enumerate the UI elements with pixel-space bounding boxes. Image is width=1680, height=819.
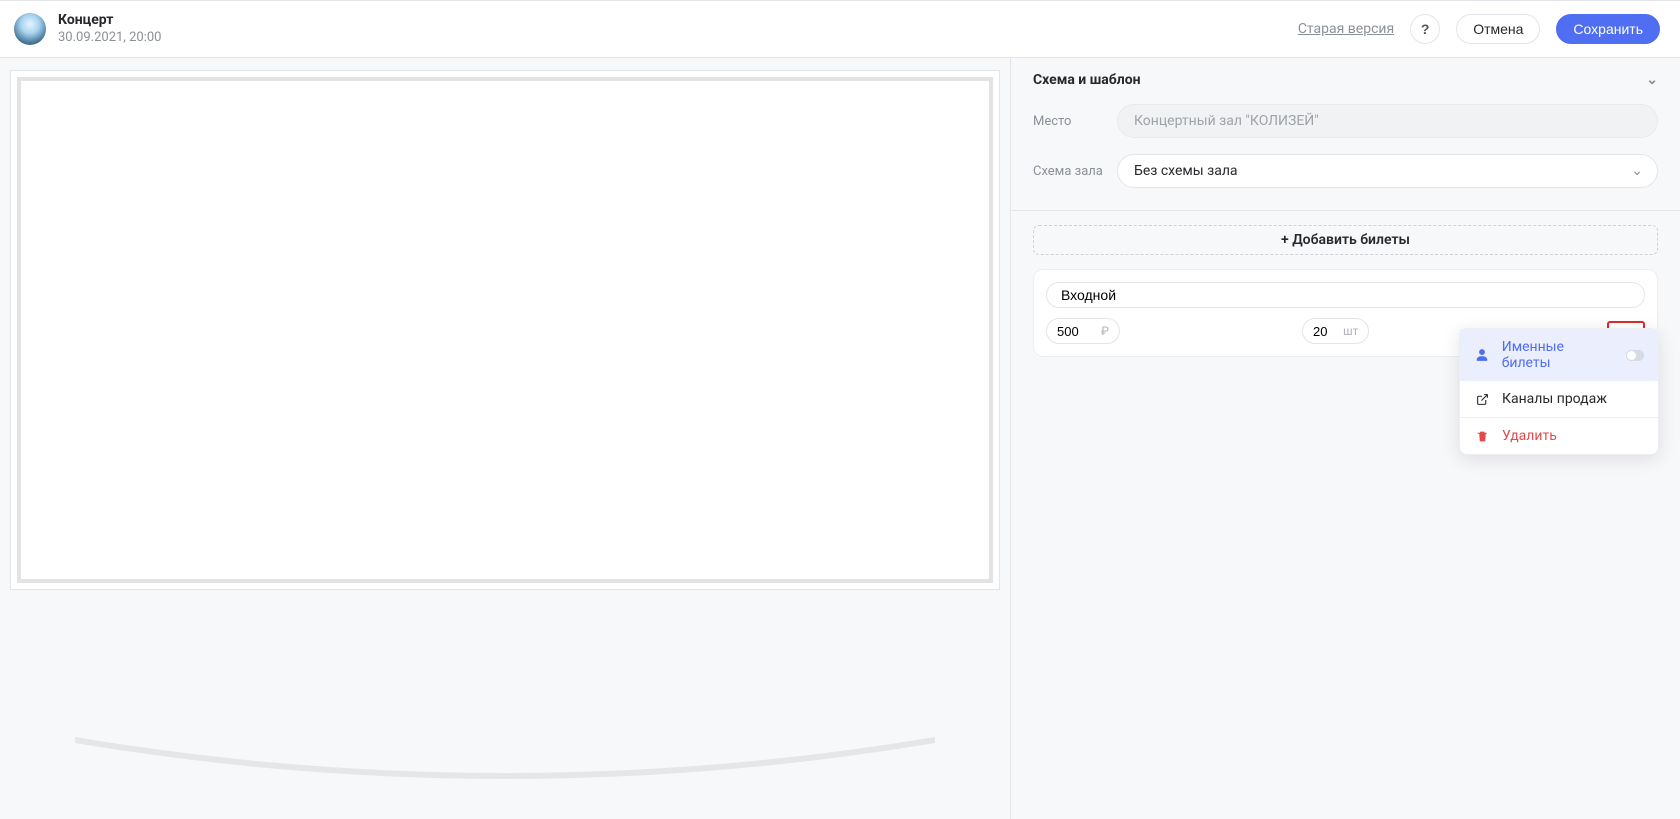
dropdown-delete[interactable]: Удалить [1460, 418, 1658, 454]
ticket-price-field[interactable]: ₽ [1046, 318, 1120, 344]
dropdown-named-label: Именные билеты [1502, 339, 1615, 371]
event-avatar [14, 13, 46, 45]
scheme-value: Без схемы зала [1134, 163, 1238, 179]
qty-unit: шт [1343, 324, 1358, 338]
dropdown-channels-label: Каналы продаж [1502, 391, 1607, 407]
ticket-price-input[interactable] [1057, 324, 1097, 339]
ticket-qty-field[interactable]: шт [1302, 318, 1369, 344]
page-header: Концерт 30.09.2021, 20:00 Старая версия … [0, 0, 1680, 58]
event-title: Концерт [58, 11, 161, 29]
add-tickets-button[interactable]: + Добавить билеты [1033, 225, 1658, 255]
place-select[interactable]: Концертный зал "КОЛИЗЕЙ" [1117, 104, 1658, 138]
canvas-area [0, 58, 1010, 819]
save-button[interactable]: Сохранить [1556, 14, 1660, 44]
chevron-down-icon: ⌄ [1631, 163, 1643, 179]
person-icon [1474, 348, 1490, 362]
external-link-icon [1474, 393, 1490, 406]
named-tickets-toggle[interactable] [1626, 350, 1644, 361]
dropdown-named-tickets[interactable]: Именные билеты [1460, 329, 1658, 381]
trash-icon [1474, 430, 1490, 443]
panel-title: Схема и шаблон [1033, 72, 1141, 88]
banner-shadow [61, 729, 950, 789]
old-version-link[interactable]: Старая версия [1298, 21, 1394, 37]
ruble-icon: ₽ [1101, 324, 1109, 338]
cancel-button[interactable]: Отмена [1456, 14, 1540, 44]
dropdown-delete-label: Удалить [1502, 428, 1557, 444]
event-datetime: 30.09.2021, 20:00 [58, 30, 161, 47]
place-value: Концертный зал "КОЛИЗЕЙ" [1134, 113, 1319, 129]
sidebar: Схема и шаблон ⌄ Место Концертный зал "К… [1010, 58, 1680, 819]
panel-scheme[interactable]: Схема и шаблон ⌄ [1011, 58, 1680, 96]
help-button[interactable]: ? [1410, 14, 1440, 44]
chevron-down-icon: ⌄ [1646, 72, 1658, 88]
place-label: Место [1033, 114, 1105, 129]
ticket-card: ₽ шт ... Именные билеты [1033, 269, 1658, 357]
scheme-label: Схема зала [1033, 164, 1105, 179]
ticket-qty-input[interactable] [1313, 324, 1339, 339]
canvas-inner [17, 77, 993, 583]
scheme-select[interactable]: Без схемы зала ⌄ [1117, 154, 1658, 188]
ticket-more-dropdown: Именные билеты Каналы продаж [1459, 328, 1659, 455]
ticket-name-input[interactable] [1046, 282, 1645, 308]
dropdown-channels[interactable]: Каналы продаж [1460, 381, 1658, 417]
